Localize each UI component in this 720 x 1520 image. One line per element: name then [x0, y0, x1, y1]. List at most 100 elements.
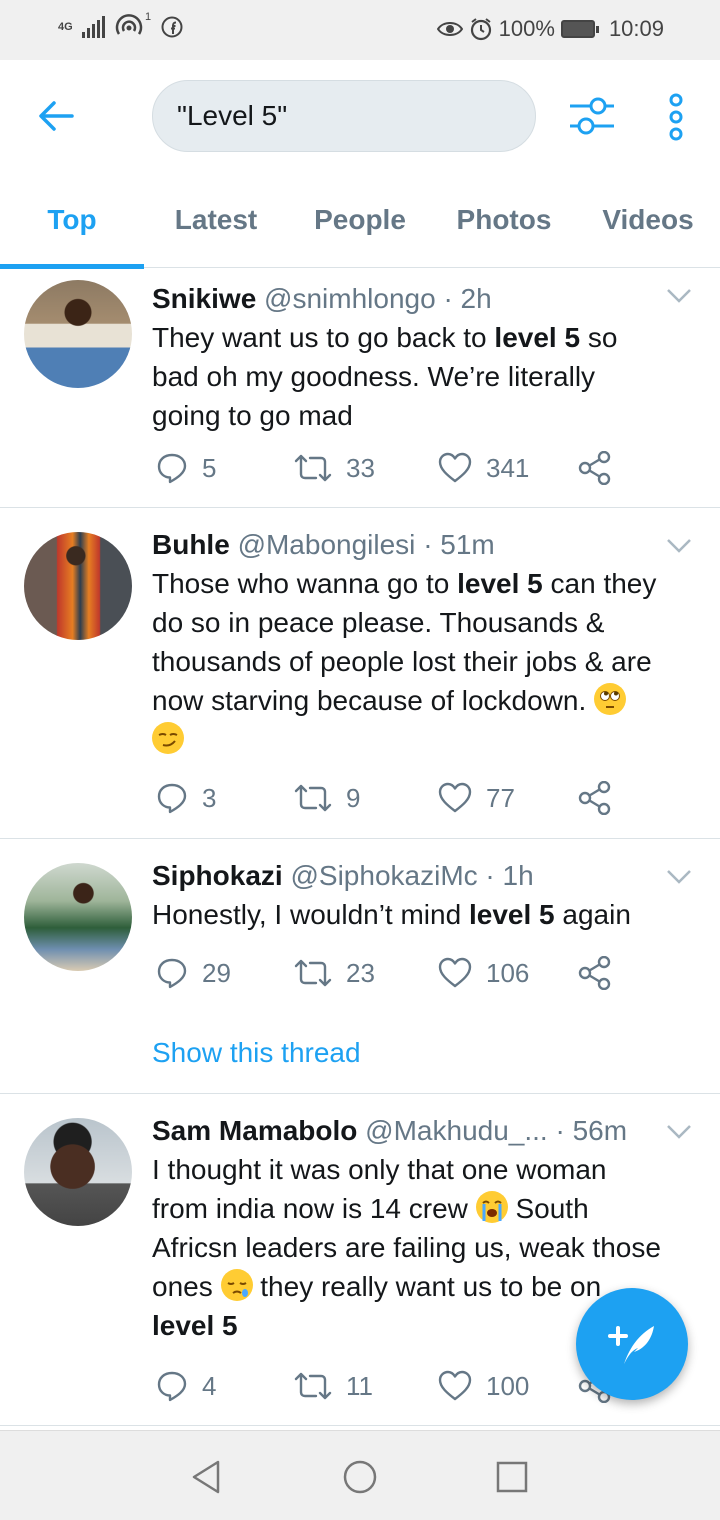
like-count: 106 — [486, 957, 530, 988]
retweet-count: 11 — [346, 1370, 373, 1401]
avatar[interactable] — [24, 532, 132, 640]
facebook-icon — [161, 16, 183, 38]
author-name[interactable]: Sam Mamabolo — [152, 1115, 357, 1146]
tweet-text: Honestly, I wouldn’t mind level 5 again — [152, 899, 631, 930]
share-icon — [578, 956, 611, 990]
author-name[interactable]: Buhle — [152, 529, 230, 560]
tweet-text: They want us to go back to level 5 so ba… — [152, 322, 618, 431]
tweet-time: · 2h — [443, 283, 492, 314]
reply-count: 29 — [202, 957, 231, 988]
notification-count: 1 — [145, 11, 152, 23]
author-handle[interactable]: @snimhlongo — [264, 283, 436, 314]
retweet-count: 33 — [346, 452, 375, 483]
retweet-button[interactable]: 9 — [294, 778, 360, 818]
like-button[interactable]: 77 — [438, 778, 515, 818]
avatar[interactable] — [24, 280, 132, 388]
tweet-header: Sam Mamabolo @Makhudu_... · 56m — [152, 1112, 700, 1150]
compose-feather-icon — [608, 1326, 654, 1364]
tab-videos[interactable]: Videos — [576, 172, 720, 268]
tab-people[interactable]: People — [288, 172, 432, 268]
tweet[interactable]: Buhle @Mabongilesi · 51m Those who wanna… — [0, 508, 720, 839]
search-term-highlight: level 5 — [457, 568, 543, 599]
more-options-icon[interactable] — [664, 92, 688, 142]
show-thread-link[interactable]: Show this thread — [152, 1037, 361, 1069]
like-count: 100 — [486, 1370, 530, 1401]
network-type: 4G — [58, 20, 73, 33]
signal-icon — [82, 16, 105, 38]
like-button[interactable]: 106 — [438, 953, 529, 993]
face-with-rolling-eyes-emoji — [594, 683, 627, 715]
reply-icon — [157, 1371, 187, 1402]
search-term-highlight: level 5 — [152, 1310, 238, 1341]
retweet-icon — [294, 959, 332, 987]
back-arrow-icon[interactable] — [36, 96, 76, 136]
reply-count: 3 — [202, 782, 217, 813]
share-icon — [578, 781, 611, 815]
tweet[interactable]: Snikiwe @snimhlongo · 2h They want us to… — [0, 268, 720, 508]
chevron-down-icon[interactable] — [666, 1124, 692, 1140]
share-button[interactable] — [578, 778, 612, 818]
chevron-down-icon[interactable] — [666, 288, 692, 304]
retweet-count: 9 — [346, 782, 361, 813]
chevron-down-icon[interactable] — [666, 538, 692, 554]
nav-home-icon[interactable] — [342, 1459, 378, 1495]
search-tabs: Top Latest People Photos Videos — [0, 172, 720, 269]
author-name[interactable]: Snikiwe — [152, 283, 256, 314]
loudly-crying-face-emoji — [475, 1191, 508, 1223]
tab-latest[interactable]: Latest — [144, 172, 288, 268]
search-input[interactable]: "Level 5" — [152, 80, 536, 152]
tweet-header: Siphokazi @SiphokaziMc · 1h — [152, 857, 700, 895]
retweet-icon — [294, 1372, 332, 1400]
heart-icon — [438, 1370, 472, 1401]
tab-top[interactable]: Top — [0, 172, 144, 269]
author-handle[interactable]: @Mabongilesi — [238, 529, 416, 560]
author-handle[interactable]: @SiphokaziMc — [290, 860, 477, 891]
heart-icon — [438, 452, 472, 483]
tweet-header: Snikiwe @snimhlongo · 2h — [152, 280, 700, 318]
share-button[interactable] — [578, 953, 612, 993]
search-filter-icon[interactable] — [568, 94, 616, 138]
reply-button[interactable]: 29 — [156, 953, 231, 993]
nav-back-icon[interactable] — [190, 1459, 222, 1495]
tab-photos[interactable]: Photos — [432, 172, 576, 268]
reply-button[interactable]: 4 — [156, 1366, 216, 1406]
share-button[interactable] — [578, 448, 612, 488]
like-count: 341 — [486, 452, 530, 483]
reply-icon — [157, 453, 187, 484]
clock: 10:09 — [608, 16, 664, 41]
heart-icon — [438, 782, 472, 813]
share-icon — [578, 451, 611, 485]
alarm-icon — [470, 18, 491, 41]
like-button[interactable]: 341 — [438, 448, 529, 488]
author-name[interactable]: Siphokazi — [152, 860, 283, 891]
tweet-time: · 1h — [485, 860, 534, 891]
tweet[interactable]: Siphokazi @SiphokaziMc · 1h Honestly, I … — [0, 839, 720, 1094]
retweet-button[interactable]: 11 — [294, 1366, 373, 1406]
author-handle[interactable]: @Makhudu_... — [365, 1115, 548, 1146]
tweet-time: · 56m — [555, 1115, 628, 1146]
system-navigation-bar — [0, 1430, 720, 1520]
reply-icon — [157, 958, 187, 989]
reply-button[interactable]: 3 — [156, 778, 216, 818]
battery-icon — [560, 20, 599, 38]
retweet-button[interactable]: 23 — [294, 953, 375, 993]
tweet-text: Those who wanna go to level 5 can they d… — [152, 564, 700, 759]
tweet-time: · 51m — [423, 529, 495, 560]
status-bar: 4G 1 100% 10:09 — [0, 0, 720, 60]
eye-icon — [436, 22, 463, 36]
nav-recents-icon[interactable] — [496, 1461, 528, 1493]
retweet-button[interactable]: 33 — [294, 448, 375, 488]
battery-percentage: 100% — [498, 16, 555, 41]
avatar[interactable] — [24, 863, 132, 971]
reply-button[interactable]: 5 — [156, 448, 216, 488]
search-term-highlight: level 5 — [494, 322, 581, 353]
tweet-header: Buhle @Mabongilesi · 51m — [152, 526, 700, 564]
like-button[interactable]: 100 — [438, 1366, 529, 1406]
sleepy-face-emoji — [220, 1269, 253, 1301]
avatar[interactable] — [24, 1118, 132, 1226]
reply-icon — [157, 783, 187, 814]
chevron-down-icon[interactable] — [666, 869, 692, 885]
smirking-face-emoji — [152, 722, 184, 754]
compose-tweet-button[interactable] — [576, 1288, 688, 1400]
like-count: 77 — [486, 782, 515, 813]
